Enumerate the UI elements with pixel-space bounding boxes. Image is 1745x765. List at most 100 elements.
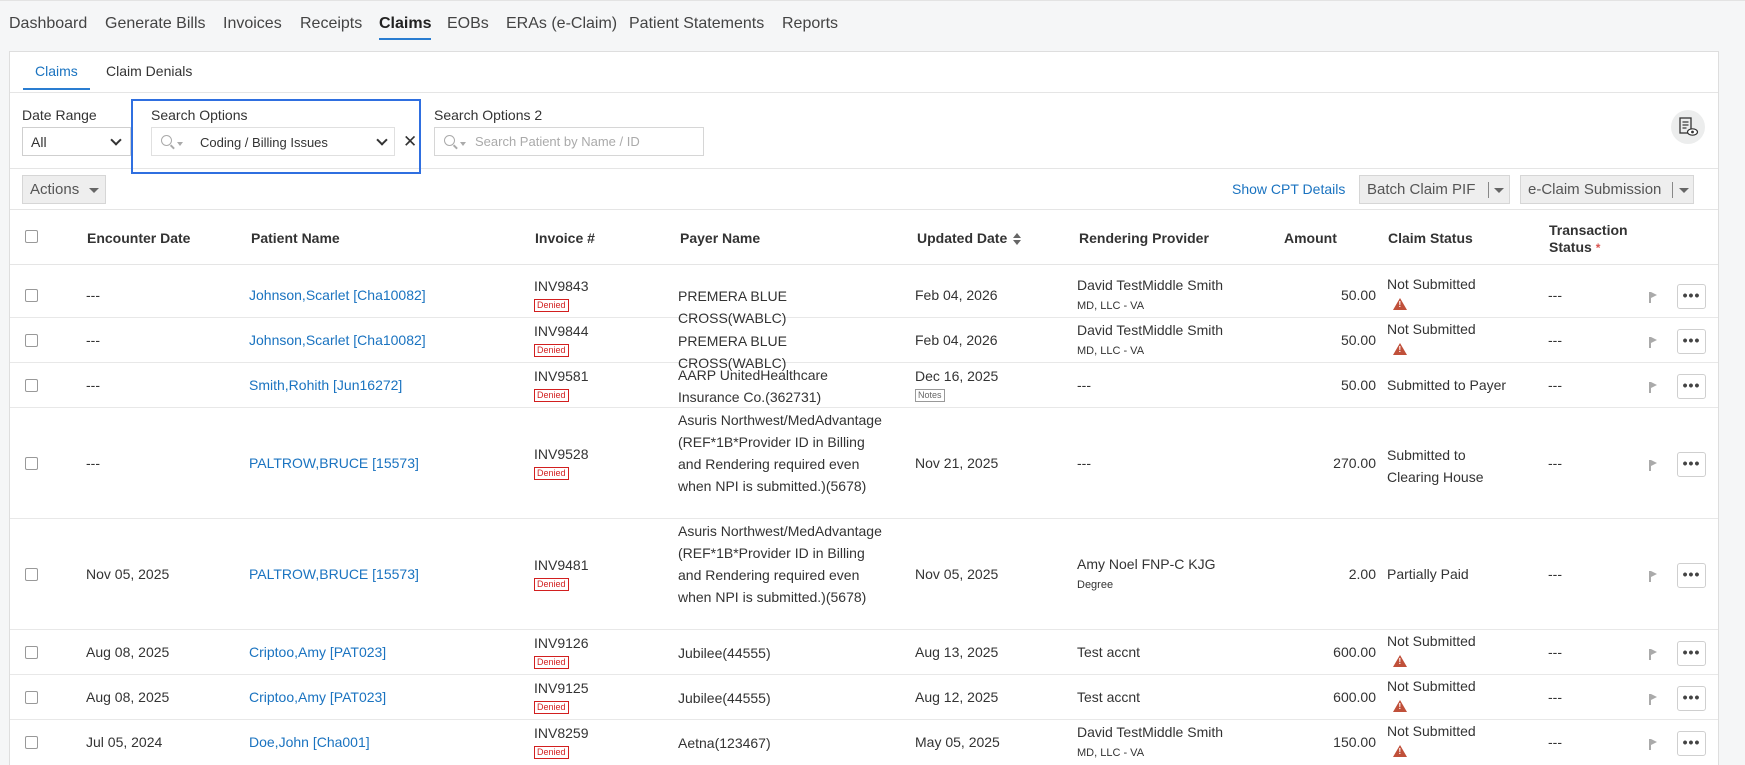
chevron-down-icon[interactable] (376, 134, 388, 146)
provider-name: David TestMiddle Smith (1077, 276, 1224, 293)
sort-icon[interactable] (1013, 233, 1022, 246)
row-checkbox[interactable] (25, 456, 38, 470)
table-row[interactable]: --- Smith,Rohith [Jun16272] INV9581 Denied A… (10, 363, 1718, 408)
claim-status: Not Submitted (1387, 677, 1476, 694)
more-options-button[interactable]: ••• (1677, 373, 1706, 399)
col-encounter-date[interactable]: Encounter Date (87, 230, 190, 246)
action-bar: Actions Show CPT Details Batch Claim PIF… (10, 169, 1718, 210)
patient-search-input[interactable] (475, 134, 695, 149)
invoice-cell: INV9528 Denied (534, 446, 588, 480)
patient-name-link[interactable]: Criptoo,Amy [PAT023] (249, 644, 386, 660)
flag-icon[interactable] (1649, 336, 1657, 348)
flag-icon[interactable] (1649, 648, 1657, 660)
nav-reports[interactable]: Reports (782, 15, 838, 33)
more-options-button[interactable]: ••• (1677, 451, 1706, 477)
patient-name-link[interactable]: Johnson,Scarlet [Cha10082] (249, 287, 426, 303)
row-checkbox[interactable] (25, 645, 38, 659)
table-row[interactable]: Nov 05, 2025 PALTROW,BRUCE [15573] INV9481… (10, 519, 1718, 630)
nav-invoices[interactable]: Invoices (223, 15, 282, 33)
caret-down-icon (177, 142, 183, 146)
patient-name-link[interactable]: Smith,Rohith [Jun16272] (249, 377, 402, 393)
patient-name-link[interactable]: Johnson,Scarlet [Cha10082] (249, 332, 426, 348)
claim-status: Not Submitted (1387, 632, 1476, 649)
patient-name-link[interactable]: Criptoo,Amy [PAT023] (249, 689, 386, 705)
tab-claim-denials[interactable]: Claim Denials (106, 63, 192, 79)
col-rendering-provider[interactable]: Rendering Provider (1079, 230, 1209, 246)
patient-name-link[interactable]: PALTROW,BRUCE [15573] (249, 566, 419, 582)
col-transaction-status[interactable]: Transaction Status * (1549, 222, 1628, 257)
row-checkbox[interactable] (25, 378, 38, 392)
provider-name: --- (1077, 454, 1091, 471)
provider-cell: David TestMiddle Smith MD, LLC - VA (1077, 723, 1223, 763)
patient-name-link[interactable]: Doe,John [Cha001] (249, 734, 370, 750)
actions-button[interactable]: Actions (22, 175, 106, 204)
flag-icon[interactable] (1649, 570, 1657, 582)
flag-icon[interactable] (1649, 693, 1657, 705)
nav-generate-bills[interactable]: Generate Bills (105, 15, 206, 33)
clear-icon[interactable]: ✕ (403, 133, 417, 150)
col-updated-date[interactable]: Updated Date (917, 230, 1022, 246)
tab-claims[interactable]: Claims (23, 63, 90, 90)
warning-icon[interactable] (1393, 699, 1407, 712)
row-checkbox[interactable] (25, 690, 38, 704)
warning-icon[interactable] (1393, 745, 1407, 757)
flag-icon[interactable] (1649, 291, 1657, 303)
report-view-button[interactable] (1671, 110, 1705, 144)
updated-date: Nov 05, 2025 (915, 565, 999, 582)
payer-name: AARP UnitedHealthcare Insurance Co.(3627… (678, 366, 828, 405)
provider-sub: MD, LLC - VA (1077, 299, 1145, 312)
select-all-checkbox[interactable] (25, 230, 38, 243)
patient-name-link[interactable]: PALTROW,BRUCE [15573] (249, 455, 419, 471)
col-claim-status[interactable]: Claim Status (1388, 230, 1473, 246)
denied-badge: Denied (534, 466, 569, 480)
table-row[interactable]: --- Johnson,Scarlet [Cha10082] INV9844 Deni… (10, 318, 1718, 371)
more-options-button[interactable]: ••• (1677, 328, 1706, 354)
flag-icon[interactable] (1649, 381, 1657, 393)
nav-claims[interactable]: Claims (379, 15, 432, 40)
warning-icon[interactable] (1393, 342, 1407, 355)
search-options-select[interactable]: Coding / Billing Issues (151, 127, 395, 156)
patient-search-field[interactable] (434, 127, 704, 156)
encounter-date: --- (86, 286, 100, 303)
date-range-select[interactable]: All (22, 127, 131, 156)
col-payer-name[interactable]: Payer Name (680, 230, 760, 246)
col-invoice[interactable]: Invoice # (535, 230, 595, 246)
updated-date: Feb 04, 2026 (915, 286, 998, 303)
nav-eras[interactable]: ERAs (e-Claim) (506, 15, 617, 33)
table-row[interactable]: --- Johnson,Scarlet [Cha10082] INV9843 Deni… (10, 273, 1718, 326)
nav-eobs[interactable]: EOBs (447, 15, 489, 33)
more-options-button[interactable]: ••• (1677, 685, 1706, 711)
provider-name: David TestMiddle Smith (1077, 724, 1224, 740)
table-row[interactable]: Jul 05, 2024 Doe,John [Cha001] INV8259 Deni… (10, 720, 1718, 765)
warning-icon[interactable] (1393, 654, 1407, 667)
nav-dashboard[interactable]: Dashboard (9, 15, 87, 33)
updated-date: May 05, 2025 (915, 734, 1000, 750)
more-options-button[interactable]: ••• (1677, 562, 1706, 588)
batch-claim-pif-button[interactable]: Batch Claim PIF (1359, 175, 1510, 204)
notes-badge[interactable]: Notes (915, 388, 945, 402)
amount: 50.00 (1340, 286, 1376, 303)
flag-icon[interactable] (1649, 459, 1657, 471)
row-checkbox[interactable] (25, 736, 38, 749)
nav-patient-statements[interactable]: Patient Statements (629, 15, 764, 33)
nav-receipts[interactable]: Receipts (300, 15, 362, 33)
table-row[interactable]: Aug 08, 2025 Criptoo,Amy [PAT023] INV9126 D… (10, 630, 1718, 675)
flag-icon[interactable] (1649, 739, 1657, 750)
warning-icon[interactable] (1393, 297, 1407, 310)
table-row[interactable]: --- PALTROW,BRUCE [15573] INV9528 Denied Asu… (10, 408, 1718, 519)
more-options-button[interactable]: ••• (1677, 640, 1706, 666)
row-checkbox[interactable] (25, 288, 38, 302)
more-options-button[interactable]: ••• (1677, 731, 1706, 756)
row-checkbox[interactable] (25, 567, 38, 581)
col-amount[interactable]: Amount (1284, 230, 1337, 246)
show-cpt-details-link[interactable]: Show CPT Details (1232, 181, 1345, 197)
row-checkbox[interactable] (25, 333, 38, 347)
table-row[interactable]: Aug 08, 2025 Criptoo,Amy [PAT023] INV9125 D… (10, 675, 1718, 720)
more-options-button[interactable]: ••• (1677, 283, 1706, 309)
provider-name: Test accnt (1077, 688, 1141, 705)
transaction-status: --- (1548, 643, 1562, 660)
col-patient-name[interactable]: Patient Name (251, 230, 340, 246)
encounter-date: --- (86, 454, 100, 471)
transaction-status: --- (1548, 376, 1562, 393)
eclaim-submission-button[interactable]: e-Claim Submission (1520, 175, 1694, 204)
